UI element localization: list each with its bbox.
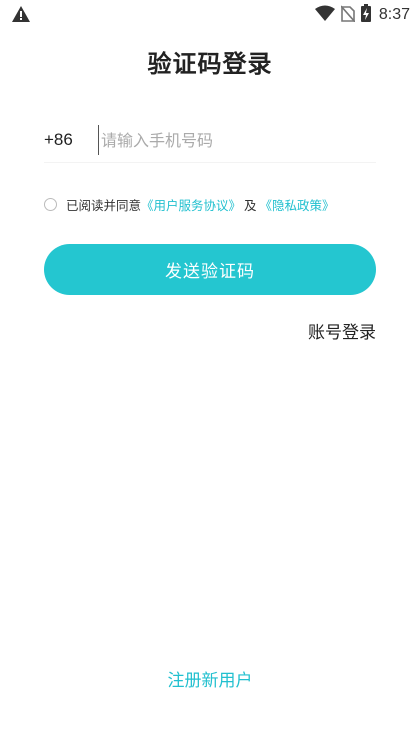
country-code[interactable]: +86: [44, 130, 98, 150]
status-time: 8:37: [378, 6, 410, 23]
register-link[interactable]: 注册新用户: [0, 666, 420, 691]
warning-icon: [12, 6, 30, 26]
agreement-prefix: 已阅读并同意: [66, 197, 142, 213]
wifi-icon: [314, 5, 335, 25]
privacy-policy-link[interactable]: 《隐私政策》: [260, 195, 335, 214]
phone-row: +86: [44, 118, 376, 163]
user-agreement-link[interactable]: 《用户服务协议》: [141, 195, 241, 214]
phone-input[interactable]: [98, 125, 376, 155]
status-bar: 8:37: [0, 0, 420, 30]
no-sim-icon: [340, 4, 356, 26]
page-title: 验证码登录: [147, 50, 273, 78]
account-login-link[interactable]: 账号登录: [308, 318, 376, 343]
battery-charging-icon: [360, 4, 371, 26]
send-code-button[interactable]: 发送验证码: [44, 244, 376, 295]
agreement-between: 及: [244, 197, 257, 213]
agreement-checkbox[interactable]: [44, 197, 57, 211]
agreement-row: 已阅读并同意 《用户服务协议》 及 《隐私政策》: [44, 192, 384, 216]
